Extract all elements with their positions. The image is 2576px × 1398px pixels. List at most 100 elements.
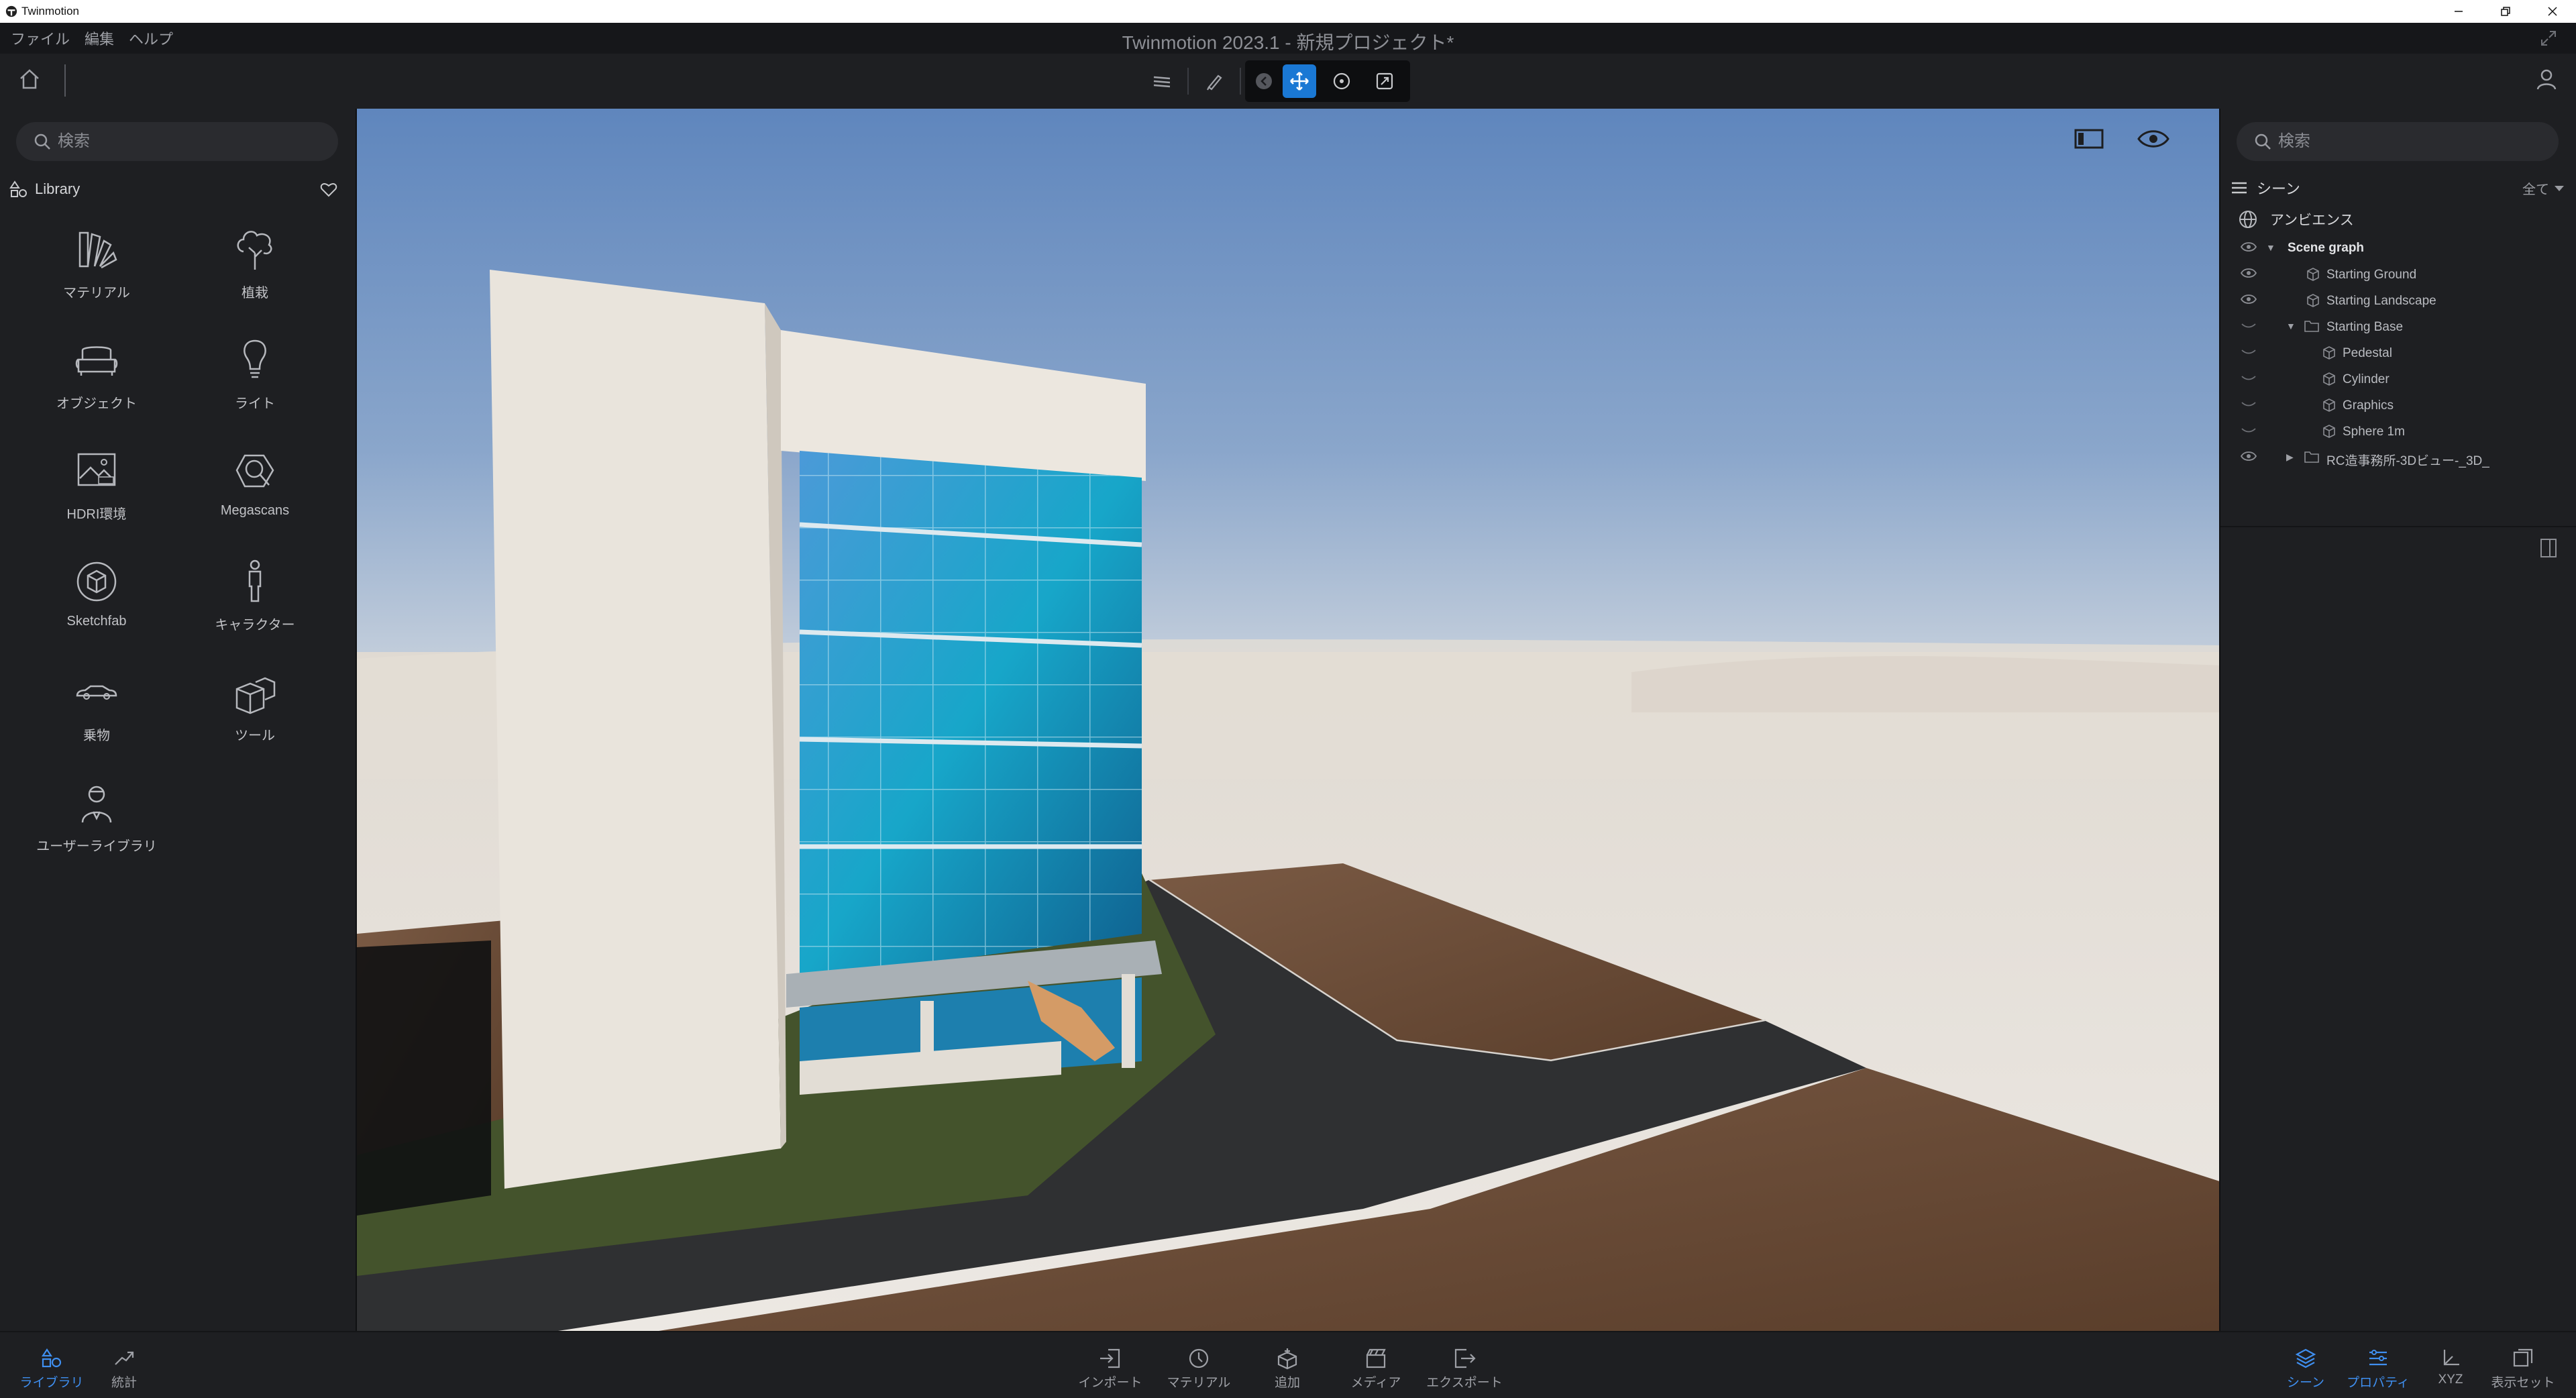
menu-bar: ファイル 編集 ヘルプ Twinmotion 2023.1 - 新規プロジェクト… (0, 23, 2576, 54)
visibility-eye-icon[interactable] (2241, 294, 2257, 305)
tree-row-scene-graph[interactable]: ▼ Scene graph (2220, 236, 2576, 260)
tree-row-graphics[interactable]: Graphics (2220, 393, 2576, 417)
library-item-sketchfab[interactable]: Sketchfab (30, 555, 164, 655)
dock-display-set-button[interactable]: 表示セット (2479, 1347, 2567, 1391)
user-library-icon (81, 786, 112, 823)
view-eye-icon[interactable] (2137, 127, 2169, 150)
app-title: Twinmotion 2023.1 - 新規プロジェクト* (1122, 32, 1454, 53)
properties-panel-toggle-icon[interactable] (2540, 538, 2557, 558)
scene-panel: シーン 全て アンビエンス ▼ Scene graph Starting Gro… (2220, 109, 2576, 1331)
library-item-vegetation[interactable]: 植栽 (188, 223, 322, 323)
dock-add-button[interactable]: 追加 (1244, 1347, 1331, 1391)
scene-title: シーン (2257, 180, 2300, 197)
list-menu-icon[interactable] (2230, 178, 2249, 197)
chevron-down-icon (2555, 185, 2564, 191)
hidden-eye-icon[interactable] (2241, 372, 2257, 383)
hidden-eye-icon[interactable] (2241, 320, 2257, 331)
panel-toggle-icon[interactable] (2074, 127, 2104, 150)
dock-media-button[interactable]: メディア (1332, 1347, 1419, 1391)
expand-arrow-icon[interactable]: ▶ (2286, 451, 2294, 463)
minimize-button[interactable] (2435, 0, 2482, 23)
rotate-mode-button[interactable] (1320, 60, 1363, 102)
os-title-bar: Twinmotion (0, 0, 2576, 23)
transform-group (1245, 60, 1410, 102)
dock-export-button[interactable]: エクスポート (1421, 1347, 1508, 1391)
expand-arrow-icon[interactable]: ▼ (2266, 242, 2275, 253)
library-item-user-library[interactable]: ユーザーライブラリ (30, 776, 164, 877)
tree-row-starting-ground[interactable]: Starting Ground (2220, 262, 2576, 286)
scale-mode-button[interactable] (1363, 60, 1406, 102)
megascans-icon (235, 454, 274, 488)
folder-icon (2304, 451, 2319, 463)
tree-row-starting-landscape[interactable]: Starting Landscape (2220, 288, 2576, 313)
library-item-megascans[interactable]: Megascans (188, 444, 322, 545)
scale-icon (1376, 72, 1393, 90)
add-icon (1277, 1348, 1297, 1370)
material-picker-icon (1189, 1348, 1209, 1368)
bottom-dock: ライブラリ 統計 インポート マテリアル 追加 メディア エクスポート シーン … (0, 1331, 2576, 1398)
select-mode-button[interactable] (1249, 60, 1279, 102)
library-icon (41, 1348, 62, 1368)
hidden-eye-icon[interactable] (2241, 398, 2257, 409)
visibility-eye-icon[interactable] (2241, 451, 2257, 462)
mesh-object-icon (2307, 294, 2319, 307)
move-mode-button[interactable] (1283, 64, 1316, 98)
rotate-icon (1333, 72, 1350, 90)
library-search-box[interactable] (16, 122, 338, 161)
dock-material-button[interactable]: マテリアル (1155, 1347, 1242, 1391)
scene-filter-dropdown[interactable]: 全て (2522, 178, 2565, 198)
library-header: Library (9, 176, 338, 203)
scene-search-input[interactable] (2278, 132, 2546, 151)
library-search-input[interactable] (58, 132, 326, 151)
home-icon[interactable] (17, 67, 42, 91)
menu-file[interactable]: ファイル (11, 28, 70, 49)
scene-header: シーン 全て (2230, 174, 2565, 201)
3d-viewport[interactable] (356, 109, 2220, 1331)
sofa-icon (75, 346, 118, 376)
scene-layers-icon (2295, 1348, 2316, 1368)
tree-row-rc-office[interactable]: ▶ RC造事務所-3Dビュー-_3D_ (2220, 445, 2576, 470)
lightbulb-icon (244, 339, 266, 378)
export-icon (1454, 1348, 1476, 1368)
menu-help[interactable]: ヘルプ (129, 28, 173, 49)
folder-icon (2304, 321, 2319, 332)
tree-row-starting-base[interactable]: ▼ Starting Base (2220, 315, 2576, 339)
material-swatch-icon (78, 231, 117, 269)
tree-row-pedestal[interactable]: Pedestal (2220, 341, 2576, 365)
restore-button[interactable] (2482, 0, 2529, 23)
tree-row-cylinder[interactable]: Cylinder (2220, 367, 2576, 391)
ambience-row[interactable]: アンビエンス (2238, 209, 2354, 229)
close-window-button[interactable] (2529, 0, 2576, 23)
user-account-icon[interactable] (2534, 67, 2559, 91)
library-item-hdri[interactable]: HDRI環境 (30, 444, 164, 545)
os-window-title: Twinmotion (21, 5, 79, 17)
library-panel: Library マテリアル 植栽 オブジェクト ライト HDRI環境 Megas… (0, 109, 356, 1331)
search-icon (34, 133, 50, 150)
layers-icon (1153, 76, 1171, 88)
pen-button[interactable] (1193, 60, 1236, 102)
library-item-material[interactable]: マテリアル (30, 223, 164, 323)
dock-import-button[interactable]: インポート (1067, 1347, 1154, 1391)
library-item-characters[interactable]: キャラクター (188, 555, 322, 655)
favorite-heart-icon[interactable] (319, 180, 338, 199)
display-set-icon (2513, 1348, 2533, 1367)
scene-search-box[interactable] (2237, 122, 2559, 161)
sketchfab-icon (76, 561, 117, 602)
visibility-eye-icon[interactable] (2241, 241, 2257, 252)
library-item-lights[interactable]: ライト (188, 333, 322, 434)
hidden-eye-icon[interactable] (2241, 346, 2257, 357)
mesh-object-icon (2323, 346, 2335, 360)
visibility-eye-icon[interactable] (2241, 268, 2257, 278)
library-item-vehicles[interactable]: 乗物 (30, 665, 164, 766)
library-item-tools[interactable]: ツール (188, 665, 322, 766)
pen-icon (1207, 74, 1222, 91)
tree-row-sphere-1m[interactable]: Sphere 1m (2220, 419, 2576, 443)
dock-stats-button[interactable]: 統計 (80, 1347, 168, 1391)
fullscreen-icon[interactable] (2540, 30, 2557, 47)
hidden-eye-icon[interactable] (2241, 425, 2257, 435)
layers-button[interactable] (1140, 60, 1183, 102)
library-item-objects[interactable]: オブジェクト (30, 333, 164, 434)
restore-icon (2501, 7, 2510, 16)
expand-arrow-icon[interactable]: ▼ (2286, 321, 2296, 331)
menu-edit[interactable]: 編集 (85, 28, 114, 49)
